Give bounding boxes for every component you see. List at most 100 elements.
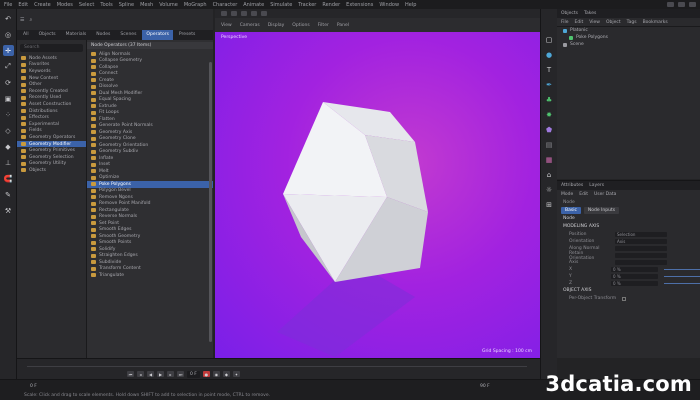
icosahedron-model[interactable] [215, 32, 540, 358]
tab-all[interactable]: All [19, 30, 33, 40]
menu-item-tools[interactable]: Tools [100, 2, 112, 8]
minimize-icon[interactable] [667, 2, 674, 7]
axis-icon[interactable]: ⊥ [3, 157, 14, 168]
rotate-icon[interactable]: ⟳ [3, 77, 14, 88]
tree-item[interactable]: Favorites [17, 62, 86, 69]
tab-takes[interactable]: Takes [584, 11, 596, 16]
menu-item-animate[interactable]: Animate [243, 2, 264, 8]
tab-operators[interactable]: Operators [142, 30, 173, 40]
attribute-field[interactable] [615, 260, 667, 265]
record-icon[interactable]: ● [202, 371, 210, 377]
polygons-mode-icon[interactable]: ◆ [3, 141, 14, 152]
tree-item[interactable]: Distributions [17, 108, 86, 115]
snap-icon[interactable]: 🧲 [3, 173, 14, 184]
move-icon[interactable]: ✛ [2, 45, 14, 56]
tree-item[interactable]: Objects [17, 167, 86, 174]
deformer-icon[interactable]: ⬟ [544, 125, 554, 135]
tab-layers[interactable]: Layers [589, 183, 604, 188]
tree-item[interactable]: Other [17, 81, 86, 88]
tab-nodes[interactable]: Nodes [92, 30, 114, 40]
viewport-menu-view[interactable]: View [221, 23, 232, 28]
material-icon[interactable]: ▦ [544, 155, 554, 165]
tree-item[interactable]: Node Assets [17, 55, 86, 62]
motion-icon[interactable]: ✦ [232, 371, 240, 377]
menu-item-mograph[interactable]: MoGraph [184, 2, 207, 8]
tree-item[interactable]: Effectors [17, 114, 86, 121]
tree-item[interactable]: Geometry Selection [17, 154, 86, 161]
viewport[interactable]: Perspective Grid Spacing : 100 cm [215, 32, 540, 358]
menu-item-create[interactable]: Create [34, 2, 51, 8]
per-object-transform-checkbox[interactable] [622, 296, 627, 301]
tab-attributes[interactable]: Attributes [561, 183, 583, 188]
field-icon[interactable]: ▤ [544, 140, 554, 150]
next-key-icon[interactable]: ▸ [167, 371, 174, 377]
list-item[interactable]: Triangulate [87, 272, 213, 279]
tab-materials[interactable]: Materials [62, 30, 91, 40]
object-row[interactable]: Scene [557, 41, 700, 48]
menu-item-file[interactable]: File [4, 2, 12, 8]
tree-item[interactable]: Keywords [17, 68, 86, 75]
objects-menu-tags[interactable]: Tags [627, 20, 637, 25]
attributes-menu-edit[interactable]: Edit [579, 192, 588, 197]
timeline-ruler[interactable] [27, 361, 527, 367]
attribute-field[interactable] [615, 253, 667, 258]
camera-icon[interactable]: ⌂ [544, 170, 554, 180]
light-icon[interactable]: ☼ [544, 185, 554, 195]
tree-item[interactable]: New Content [17, 75, 86, 82]
viewport-menu-options[interactable]: Options [292, 23, 309, 28]
render-settings-icon[interactable] [241, 11, 247, 16]
objects-menu-bookmarks[interactable]: Bookmarks [643, 20, 668, 25]
menu-item-volume[interactable]: Volume [159, 2, 178, 8]
autokey-icon[interactable]: ◉ [212, 371, 220, 377]
menu-item-edit[interactable]: Edit [18, 2, 28, 8]
attribute-field[interactable]: Selection [615, 232, 667, 237]
maximize-icon[interactable] [678, 2, 685, 7]
end-frame-field[interactable]: 90 F [480, 384, 490, 389]
edges-mode-icon[interactable]: ◇ [3, 125, 14, 136]
attributes-menu-mode[interactable]: Mode [561, 192, 573, 197]
attribute-slider[interactable] [664, 269, 700, 270]
spline-icon[interactable] [261, 11, 267, 16]
attribute-field[interactable] [615, 246, 667, 251]
viewport-menu-display[interactable]: Display [268, 23, 285, 28]
close-icon[interactable] [689, 2, 696, 7]
text-icon[interactable]: T [544, 65, 554, 75]
attribute-field[interactable]: Axis [615, 239, 667, 244]
section-modeling-axis[interactable]: MODELING AXIS [557, 223, 700, 231]
asset-list-scrollbar[interactable] [209, 62, 212, 342]
cloner-icon[interactable]: ✸ [544, 110, 554, 120]
menu-item-character[interactable]: Character [213, 2, 238, 8]
tree-item[interactable]: Geometry Modifier [17, 140, 86, 148]
menu-item-tracker[interactable]: Tracker [298, 2, 316, 8]
search-icon[interactable]: ⌕ [29, 17, 32, 23]
tab-node-inputs[interactable]: Node Inputs [583, 207, 620, 214]
points-mode-icon[interactable]: ⁘ [3, 109, 14, 120]
cube-icon[interactable] [251, 11, 257, 16]
generator-icon[interactable]: ♣ [544, 95, 554, 105]
sphere-icon[interactable]: ● [544, 50, 554, 60]
objects-menu-edit[interactable]: Edit [575, 20, 584, 25]
spline-pen-icon[interactable]: ✒ [544, 80, 554, 90]
viewport-menu-panel[interactable]: Panel [337, 23, 349, 28]
render-icon[interactable] [221, 11, 227, 16]
attribute-field[interactable]: 0 % [611, 281, 658, 286]
tree-item[interactable]: Experimental [17, 121, 86, 128]
scene-icon[interactable]: ⊞ [544, 200, 554, 210]
search-input[interactable]: Search [20, 44, 83, 52]
go-to-start-icon[interactable]: ⏮ [127, 371, 134, 377]
tree-item[interactable]: Geometry Primitives [17, 147, 86, 154]
tab-scenes[interactable]: Scenes [116, 30, 140, 40]
section-object-axis[interactable]: OBJECT AXIS [557, 287, 700, 295]
object-row[interactable]: Platonic [557, 27, 700, 34]
attributes-menu-user-data[interactable]: User Data [594, 192, 616, 197]
tab-presets[interactable]: Presets [175, 30, 199, 40]
attribute-slider[interactable] [664, 276, 700, 277]
tab-objects[interactable]: Objects [35, 30, 60, 40]
menu-item-modes[interactable]: Modes [57, 2, 73, 8]
viewport-menu-cameras[interactable]: Cameras [240, 23, 260, 28]
previous-key-icon[interactable]: ◂ [137, 371, 144, 377]
tab-basic[interactable]: Basic [561, 207, 581, 214]
attribute-slider[interactable] [664, 283, 700, 284]
model-mode-icon[interactable]: ▣ [3, 93, 14, 104]
menu-item-window[interactable]: Window [379, 2, 399, 8]
